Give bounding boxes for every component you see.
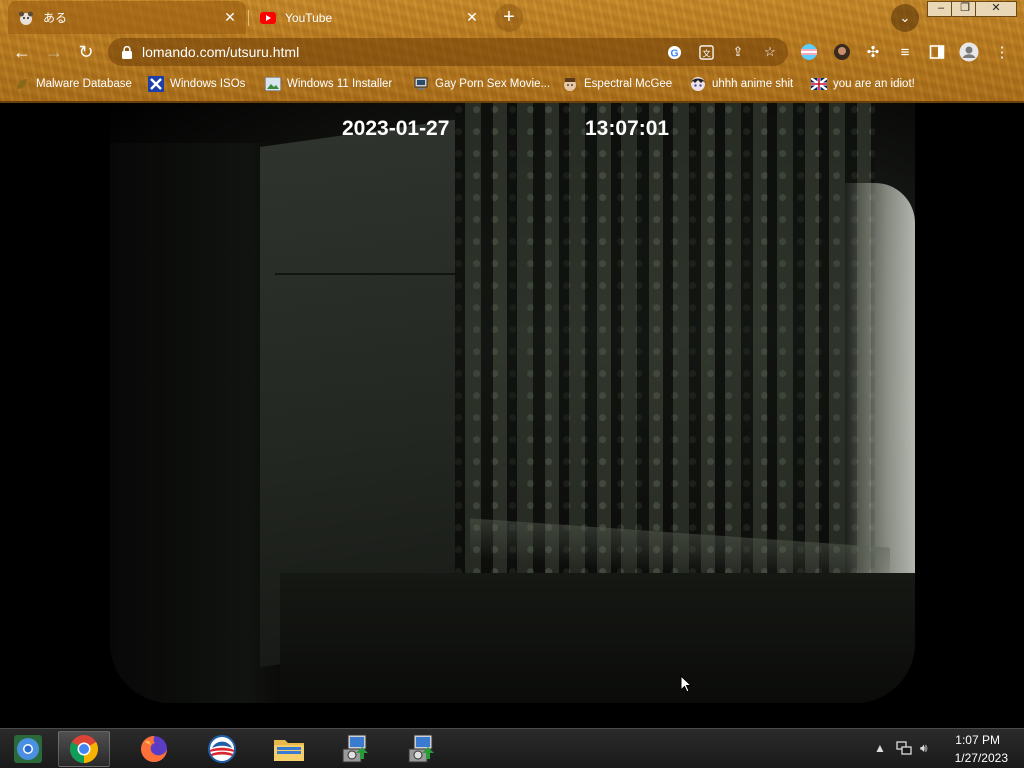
close-tab-icon[interactable]: ✕: [464, 9, 480, 25]
reading-list-icon[interactable]: ≡: [894, 41, 916, 63]
leaf-icon: [14, 76, 30, 92]
system-tray: ▲ 🔊︎ 1:07 PM 1/27/2023: [864, 729, 1024, 768]
file-explorer-taskbar-icon[interactable]: [263, 731, 315, 767]
windows-taskbar: ▲ 🔊︎ 1:07 PM 1/27/2023: [0, 728, 1024, 768]
new-tab-button[interactable]: +: [495, 4, 523, 32]
address-bar[interactable]: lomando.com/utsuru.html G 文 ⇪ ☆: [108, 38, 788, 66]
installer-taskbar-icon[interactable]: [330, 731, 382, 767]
bookmark-star-icon[interactable]: ☆: [762, 44, 778, 60]
bookmark-you-are-an-idiot[interactable]: you are an idiot!: [811, 75, 915, 93]
svg-text:G: G: [670, 48, 678, 59]
bookmark-windows-11-installer[interactable]: Windows 11 Installer: [265, 75, 392, 93]
close-tab-icon[interactable]: ✕: [222, 9, 238, 25]
bear-favicon-icon: [18, 10, 34, 26]
page-viewport: 2023-01-27 13:07:01: [0, 103, 1024, 728]
tab-aru[interactable]: ある ✕: [8, 1, 246, 34]
browser-chrome: ある ✕ YouTube ✕ + ⌄ – ❐ ✕ ← → ↻ lomando.c…: [0, 0, 1024, 103]
firefox-taskbar-icon[interactable]: [128, 731, 180, 767]
tab-youtube[interactable]: YouTube ✕: [250, 1, 488, 34]
dresser-silhouette: [110, 143, 280, 703]
taskbar-clock-date[interactable]: 1/27/2023: [955, 751, 1008, 765]
bookmark-label: Windows 11 Installer: [287, 78, 393, 90]
face-icon: [562, 76, 578, 92]
share-icon[interactable]: ⇪: [730, 44, 746, 60]
x-logo-icon: [148, 76, 164, 92]
camera-date-stamp: 2023-01-27: [342, 117, 450, 140]
network-icon[interactable]: [896, 741, 912, 758]
bookmark-uhhh-anime-shit[interactable]: uhhh anime shit: [690, 75, 793, 93]
bookmark-label: Espectral McGee: [584, 78, 673, 90]
show-hidden-icons-icon[interactable]: ▲: [874, 741, 886, 755]
chromium-taskbar-icon[interactable]: [2, 731, 54, 767]
youtube-favicon-icon: [260, 10, 276, 26]
tab-separator: [248, 10, 249, 26]
curtain: [455, 103, 875, 573]
floor: [280, 573, 915, 703]
volume-icon[interactable]: 🔊︎: [920, 741, 928, 756]
anime-icon: [690, 76, 706, 92]
close-window-button[interactable]: ✕: [975, 1, 1017, 17]
back-arrow-icon[interactable]: ←: [10, 40, 34, 64]
mouse-cursor-icon: [680, 675, 692, 693]
bookmark-malware-database[interactable]: Malware Database: [14, 75, 132, 93]
reload-icon[interactable]: ↻: [74, 40, 98, 64]
bookmark-gay-porn-sex-movie[interactable]: Gay Porn Sex Movie...: [413, 75, 550, 93]
security-camera-feed: 2023-01-27 13:07:01: [110, 103, 915, 703]
forward-arrow-icon[interactable]: →: [42, 40, 66, 64]
google-icon[interactable]: G: [666, 44, 682, 60]
bookmark-espectral-mcgee[interactable]: Espectral McGee: [562, 75, 672, 93]
tab-title: YouTube: [285, 10, 333, 25]
profile-avatar-icon[interactable]: [958, 41, 980, 63]
installer-taskbar-icon-2[interactable]: [396, 731, 448, 767]
extensions-puzzle-icon[interactable]: ✣: [862, 41, 884, 63]
bookmark-label: Windows ISOs: [170, 78, 246, 90]
chrome-taskbar-icon[interactable]: [58, 731, 110, 767]
bookmark-windows-isos[interactable]: Windows ISOs: [148, 75, 245, 93]
svg-text:文: 文: [702, 48, 711, 58]
side-panel-icon[interactable]: [926, 41, 948, 63]
taskbar-clock-time[interactable]: 1:07 PM: [955, 733, 1000, 747]
bookmark-label: Malware Database: [36, 78, 132, 90]
menu-kebab-icon[interactable]: ⋮: [991, 41, 1013, 63]
camera-time-stamp: 13:07:01: [585, 117, 670, 140]
tab-search-chevron-icon[interactable]: ⌄: [891, 4, 919, 32]
tab-title: ある: [43, 11, 68, 25]
bookmark-label: Gay Porn Sex Movie...: [435, 78, 551, 90]
computer-icon: [413, 76, 429, 92]
lock-icon[interactable]: [120, 45, 134, 59]
url-text[interactable]: lomando.com/utsuru.html: [142, 44, 299, 60]
bookmark-label: you are an idiot!: [833, 78, 915, 90]
translate-icon[interactable]: 文: [698, 44, 714, 60]
avatar-extension-icon[interactable]: [831, 41, 853, 63]
wall-seam: [275, 273, 455, 275]
obama-logo-taskbar-icon[interactable]: [196, 731, 248, 767]
flag-icon: [811, 76, 827, 92]
bookmark-label: uhhh anime shit: [712, 78, 794, 90]
image-icon: [265, 76, 281, 92]
trans-flag-extension-icon[interactable]: [798, 41, 820, 63]
